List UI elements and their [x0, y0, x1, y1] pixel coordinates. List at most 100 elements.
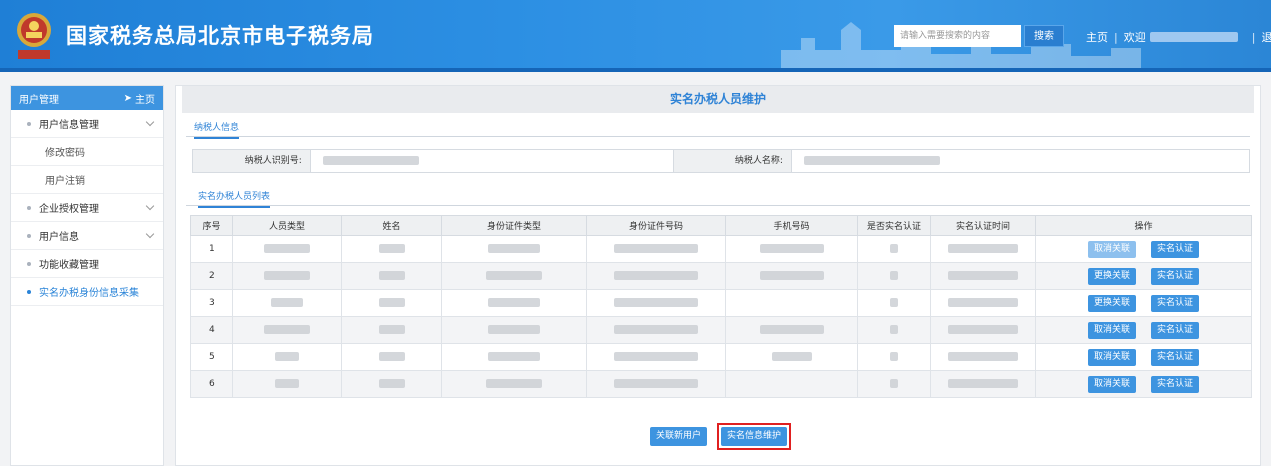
cell-redacted [341, 235, 442, 263]
cell-seq: 6 [190, 370, 233, 398]
realname-auth-button[interactable]: 实名认证 [1150, 348, 1199, 366]
cell-actions: 取消关联 实名认证 [1035, 316, 1252, 344]
cell-empty [725, 370, 858, 398]
sidebar-home-link[interactable]: ➤ 主页 [124, 91, 155, 106]
sidebar-item-realname-collection[interactable]: 实名办税身份信息采集 [11, 278, 163, 306]
cell-actions: 取消关联 实名认证 [1035, 235, 1252, 263]
bullet-icon [27, 233, 31, 238]
col-header: 姓名 [341, 215, 442, 236]
cell-redacted [725, 343, 858, 371]
divider [186, 205, 1250, 206]
realname-auth-button[interactable]: 实名认证 [1150, 267, 1199, 285]
search-input[interactable]: 请输入需要搜索的内容 [894, 25, 1021, 47]
cell-redacted [232, 289, 342, 317]
logout-link[interactable]: 退出 [1261, 29, 1271, 45]
realname-auth-button[interactable]: 实名认证 [1150, 294, 1199, 312]
cancel-link-button[interactable]: 取消关联 [1088, 240, 1137, 258]
search-button[interactable]: 搜索 [1024, 25, 1064, 47]
taxpayer-name-label: 纳税人名称: [674, 150, 792, 172]
change-link-button[interactable]: 更换关联 [1088, 294, 1137, 312]
sidebar-item-user-cancel[interactable]: 用户注销 [11, 166, 163, 194]
col-header: 是否实名认证 [857, 215, 931, 236]
cell-redacted [341, 370, 442, 398]
cell-redacted [930, 262, 1036, 290]
cell-actions: 更换关联 实名认证 [1035, 262, 1252, 290]
cell-redacted [441, 370, 587, 398]
cell-redacted [930, 343, 1036, 371]
realname-auth-button[interactable]: 实名认证 [1150, 240, 1199, 258]
username-redacted [1149, 32, 1238, 42]
realname-maintain-button[interactable]: 实名信息维护 [721, 427, 788, 446]
sidebar-item-label: 修改密码 [45, 148, 85, 159]
taxpayer-id-value [311, 150, 675, 172]
sidebar-item-user-info-mgmt[interactable]: 用户信息管理 [11, 110, 163, 138]
cell-seq: 5 [190, 343, 233, 371]
cell-redacted [930, 235, 1036, 263]
site-title: 国家税务总局北京市电子税务局 [66, 24, 374, 48]
home-arrow-icon: ➤ [123, 92, 132, 104]
table-row: 1 取消关联 实名认证 [190, 235, 1252, 263]
tax-emblem-icon [17, 13, 51, 59]
cell-actions: 取消关联 实名认证 [1035, 370, 1252, 398]
bullet-icon [27, 205, 31, 210]
cell-redacted [930, 370, 1036, 398]
sidebar-item-label: 实名办税身份信息采集 [39, 288, 139, 299]
table-row: 4 取消关联 实名认证 [190, 316, 1252, 344]
sidebar-item-label: 用户信息管理 [39, 120, 99, 131]
personnel-table: 序号 人员类型 姓名 身份证件类型 身份证件号码 手机号码 是否实名认证 实名认… [190, 215, 1252, 398]
table-row: 5 取消关联 实名认证 [190, 343, 1252, 371]
sidebar-header: 用户管理 ➤ 主页 [11, 86, 163, 110]
sidebar-item-enterprise-auth[interactable]: 企业授权管理 [11, 194, 163, 222]
table-row: 3 更换关联 实名认证 [190, 289, 1252, 317]
cell-redacted [232, 370, 342, 398]
realname-auth-button[interactable]: 实名认证 [1150, 375, 1199, 393]
col-header: 人员类型 [232, 215, 342, 236]
table-row: 2 更换关联 实名认证 [190, 262, 1252, 290]
cell-redacted [586, 370, 726, 398]
cell-redacted [441, 289, 587, 317]
taxpayer-id-label: 纳税人识别号: [193, 150, 311, 172]
cell-seq: 1 [190, 235, 233, 263]
cancel-link-button[interactable]: 取消关联 [1088, 321, 1137, 339]
change-link-button[interactable]: 更换关联 [1088, 267, 1137, 285]
welcome-text: 欢迎 [1123, 31, 1146, 44]
cell-redacted [341, 343, 442, 371]
cell-redacted [341, 289, 442, 317]
taxpayer-info-row: 纳税人识别号: 纳税人名称: [192, 149, 1250, 173]
top-nav: 主页 | 欢迎 | 退出 [1086, 29, 1271, 45]
sidebar-item-favorites[interactable]: 功能收藏管理 [11, 250, 163, 278]
col-header: 手机号码 [725, 215, 858, 236]
cell-seq: 2 [190, 262, 233, 290]
home-link[interactable]: 主页 [1086, 29, 1108, 45]
cell-empty [725, 289, 858, 317]
sidebar-item-label: 用户注销 [45, 176, 85, 187]
cell-redacted [441, 235, 587, 263]
col-header: 身份证件号码 [586, 215, 726, 236]
col-header: 操作 [1035, 215, 1252, 236]
divider [186, 136, 1250, 137]
cancel-link-button[interactable]: 取消关联 [1088, 375, 1137, 393]
chevron-down-icon [145, 229, 155, 239]
chevron-down-icon [145, 201, 155, 211]
cell-redacted [232, 262, 342, 290]
cell-redacted [586, 262, 726, 290]
cell-redacted [725, 316, 858, 344]
cell-redacted [930, 289, 1036, 317]
col-header: 身份证件类型 [441, 215, 587, 236]
cell-redacted [857, 343, 931, 371]
chevron-down-icon [145, 117, 155, 127]
bullet-icon [27, 261, 31, 266]
table-header-row: 序号 人员类型 姓名 身份证件类型 身份证件号码 手机号码 是否实名认证 实名认… [190, 215, 1252, 236]
realname-auth-button[interactable]: 实名认证 [1150, 321, 1199, 339]
nav-separator: | [1114, 30, 1118, 44]
cell-redacted [725, 235, 858, 263]
main-panel: 实名办税人员维护 纳税人信息 纳税人识别号: 纳税人名称: 实名办税人员列表 序… [175, 85, 1261, 466]
cancel-link-button[interactable]: 取消关联 [1088, 348, 1137, 366]
cell-redacted [586, 316, 726, 344]
cell-redacted [341, 262, 442, 290]
sidebar-item-change-password[interactable]: 修改密码 [11, 138, 163, 166]
sidebar: 用户管理 ➤ 主页 用户信息管理 修改密码 用户注销 企业授权管理 用户信息 功… [10, 85, 164, 466]
sidebar-item-user-info[interactable]: 用户信息 [11, 222, 163, 250]
redacted-value [803, 155, 940, 165]
link-new-user-button[interactable]: 关联新用户 [650, 427, 708, 446]
